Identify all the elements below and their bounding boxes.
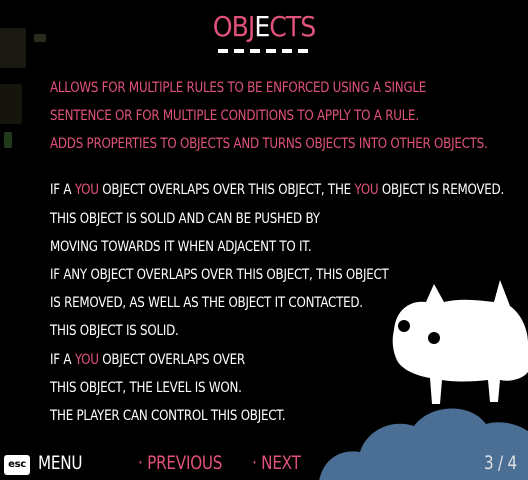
desc-line-6: THIS OBJECT IS SOLID. [50,323,179,339]
desc-line-2: THIS OBJECT IS SOLID AND CAN BE PUSHED B… [50,211,320,227]
you-keyword: YOU [74,352,99,368]
menu-button[interactable]: MENU [38,452,83,474]
intro-line-1: ALLOWS FOR MULTIPLE RULES TO BE ENFORCED… [50,80,427,96]
next-button[interactable]: · NEXT [252,452,301,474]
game-screen: OBJECTS ALLOWS FOR MULTIPLE RULES TO BE … [0,0,528,480]
desc-line-8: THIS OBJECT, THE LEVEL IS WON. [50,380,242,396]
decor-blob-4 [4,132,12,148]
page-indicator: 3 / 4 [484,452,517,474]
you-keyword: YOU [74,182,99,198]
title-highlight: E [254,10,270,43]
intro-line-3: ADDS PROPERTIES TO OBJECTS AND TURNS OBJ… [50,136,488,152]
title-underline [218,49,310,53]
intro-line-2: SENTENCE OR FOR MULTIPLE CONDITIONS TO A… [50,108,419,124]
decor-blob-3 [0,84,22,124]
desc-line-3: MOVING TOWARDS IT WHEN ADJACENT TO IT. [50,239,312,255]
you-keyword: YOU [354,182,379,198]
desc-line-1: IF A YOU OBJECT OVERLAPS OVER THIS OBJEC… [50,182,504,198]
desc-line-5: IS REMOVED, AS WELL AS THE OBJECT IT CON… [50,295,363,311]
baba-creature-icon [392,280,528,404]
previous-button[interactable]: · PREVIOUS [138,452,222,474]
desc-line-9: THE PLAYER CAN CONTROL THIS OBJECT. [50,408,286,424]
page-title: OBJECTS [212,10,316,43]
desc-line-7: IF A YOU OBJECT OVERLAPS OVER [50,352,245,368]
desc-line-4: IF ANY OBJECT OVERLAPS OVER THIS OBJECT,… [50,267,389,283]
esc-key-button[interactable]: esc [4,455,30,475]
